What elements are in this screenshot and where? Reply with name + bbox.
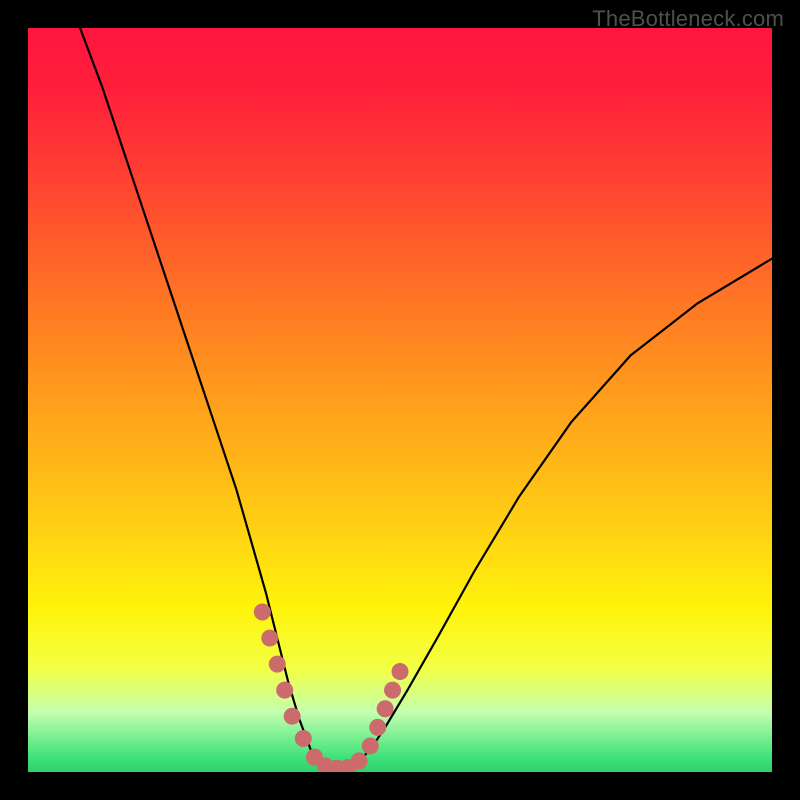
curve-marker (269, 656, 286, 673)
curve-marker (254, 604, 271, 621)
curve-marker (369, 719, 386, 736)
curve-marker (261, 630, 278, 647)
curve-marker (284, 708, 301, 725)
curve-marker (351, 752, 368, 769)
curve-marker (384, 682, 401, 699)
curve-marker (392, 663, 409, 680)
watermark-text: TheBottleneck.com (592, 6, 784, 32)
curve-marker (362, 737, 379, 754)
chart-stage: TheBottleneck.com (0, 0, 800, 800)
plot-area (28, 28, 772, 772)
chart-svg (28, 28, 772, 772)
bottleneck-curve (80, 28, 772, 772)
curve-marker (295, 730, 312, 747)
curve-marker (377, 700, 394, 717)
curve-marker (276, 682, 293, 699)
curve-markers (254, 604, 409, 772)
